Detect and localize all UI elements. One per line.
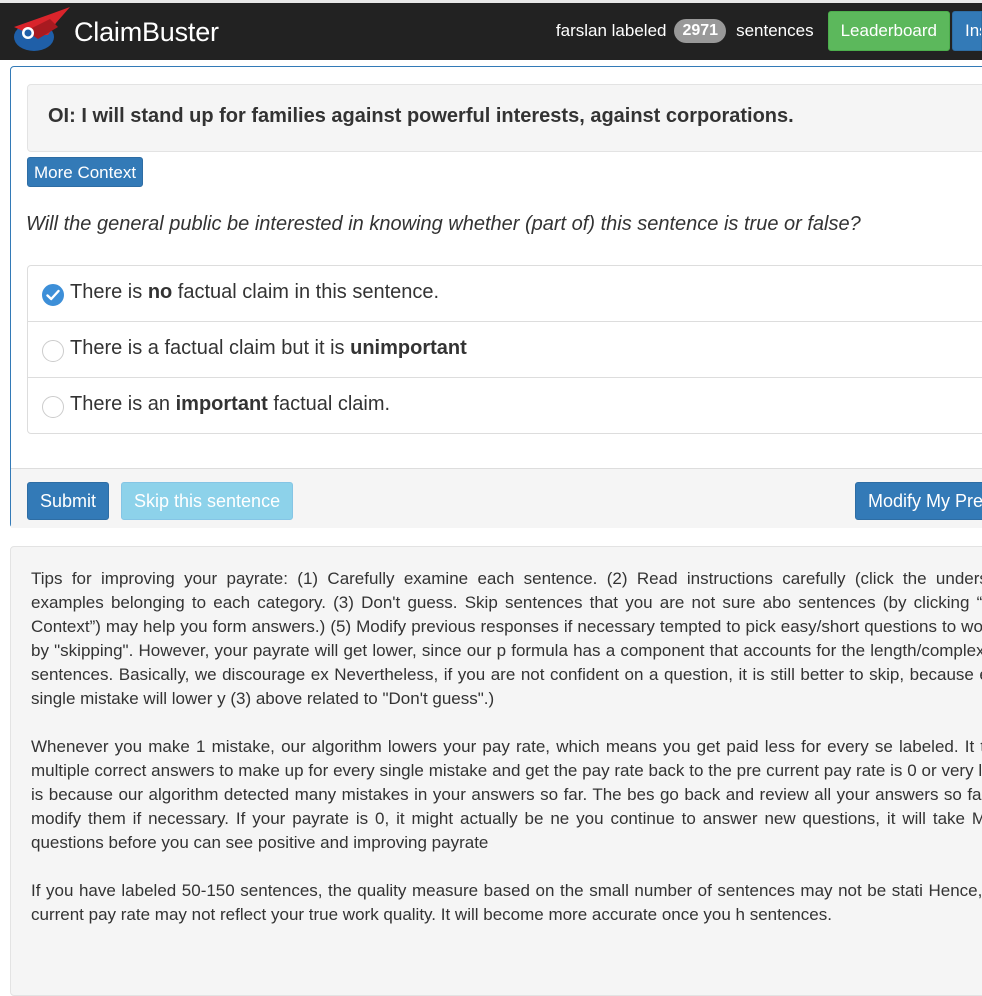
sentence-text: OI: I will stand up for families against… [48, 105, 794, 127]
tips-content: Tips for improving your payrate: (1) Car… [31, 567, 982, 951]
option-important[interactable]: There is an important factual claim. [28, 378, 982, 434]
submit-button[interactable]: Submit [27, 482, 110, 520]
navbar-right: farslan labeled 2971 sentences Leaderboa… [556, 11, 982, 51]
option-label: There is an important factual claim. [70, 393, 391, 415]
tips-paragraph: Tips for improving your payrate: (1) Car… [31, 569, 982, 708]
brand[interactable]: ClaimBuster [8, 5, 219, 59]
radio-unimportant[interactable] [42, 340, 64, 362]
radio-no-claim[interactable] [42, 284, 64, 306]
tips-paragraph: If you have labeled 50-150 sentences, th… [31, 881, 982, 924]
sentences-text: sentences [736, 21, 814, 40]
sentence-well: OI: I will stand up for families against… [27, 84, 982, 152]
option-unimportant[interactable]: There is a factual claim but it is unimp… [28, 322, 982, 378]
option-label: There is no factual claim in this senten… [70, 281, 440, 303]
top-navbar: ClaimBuster farslan labeled 2971 sentenc… [0, 0, 982, 60]
option-label: There is a factual claim but it is unimp… [70, 337, 467, 359]
more-context-button[interactable]: More Context [27, 157, 144, 187]
labeling-panel: OI: I will stand up for families against… [10, 66, 982, 528]
radio-important[interactable] [42, 396, 64, 418]
check-icon [46, 289, 60, 301]
labeled-count-badge: 2971 [674, 19, 727, 43]
answer-options: There is no factual claim in this senten… [27, 265, 982, 434]
leaderboard-button[interactable]: Leaderboard [827, 11, 950, 51]
modify-responses-button[interactable]: Modify My Pre [855, 482, 982, 520]
user-labeled-text: farslan labeled [555, 21, 667, 40]
question-text: Will the general public be interested in… [26, 213, 861, 235]
megaphone-logo-icon [14, 7, 70, 51]
tips-well: Tips for improving your payrate: (1) Car… [10, 546, 982, 996]
skip-sentence-button[interactable]: Skip this sentence [121, 482, 294, 520]
panel-footer: Submit Skip this sentence Modify My Pre [11, 468, 982, 528]
brand-name: ClaimBuster [74, 16, 219, 47]
instructions-button[interactable]: Ins [952, 11, 982, 51]
option-no-claim[interactable]: There is no factual claim in this senten… [28, 266, 982, 322]
tips-paragraph: Whenever you make 1 mistake, our algorit… [31, 737, 982, 852]
